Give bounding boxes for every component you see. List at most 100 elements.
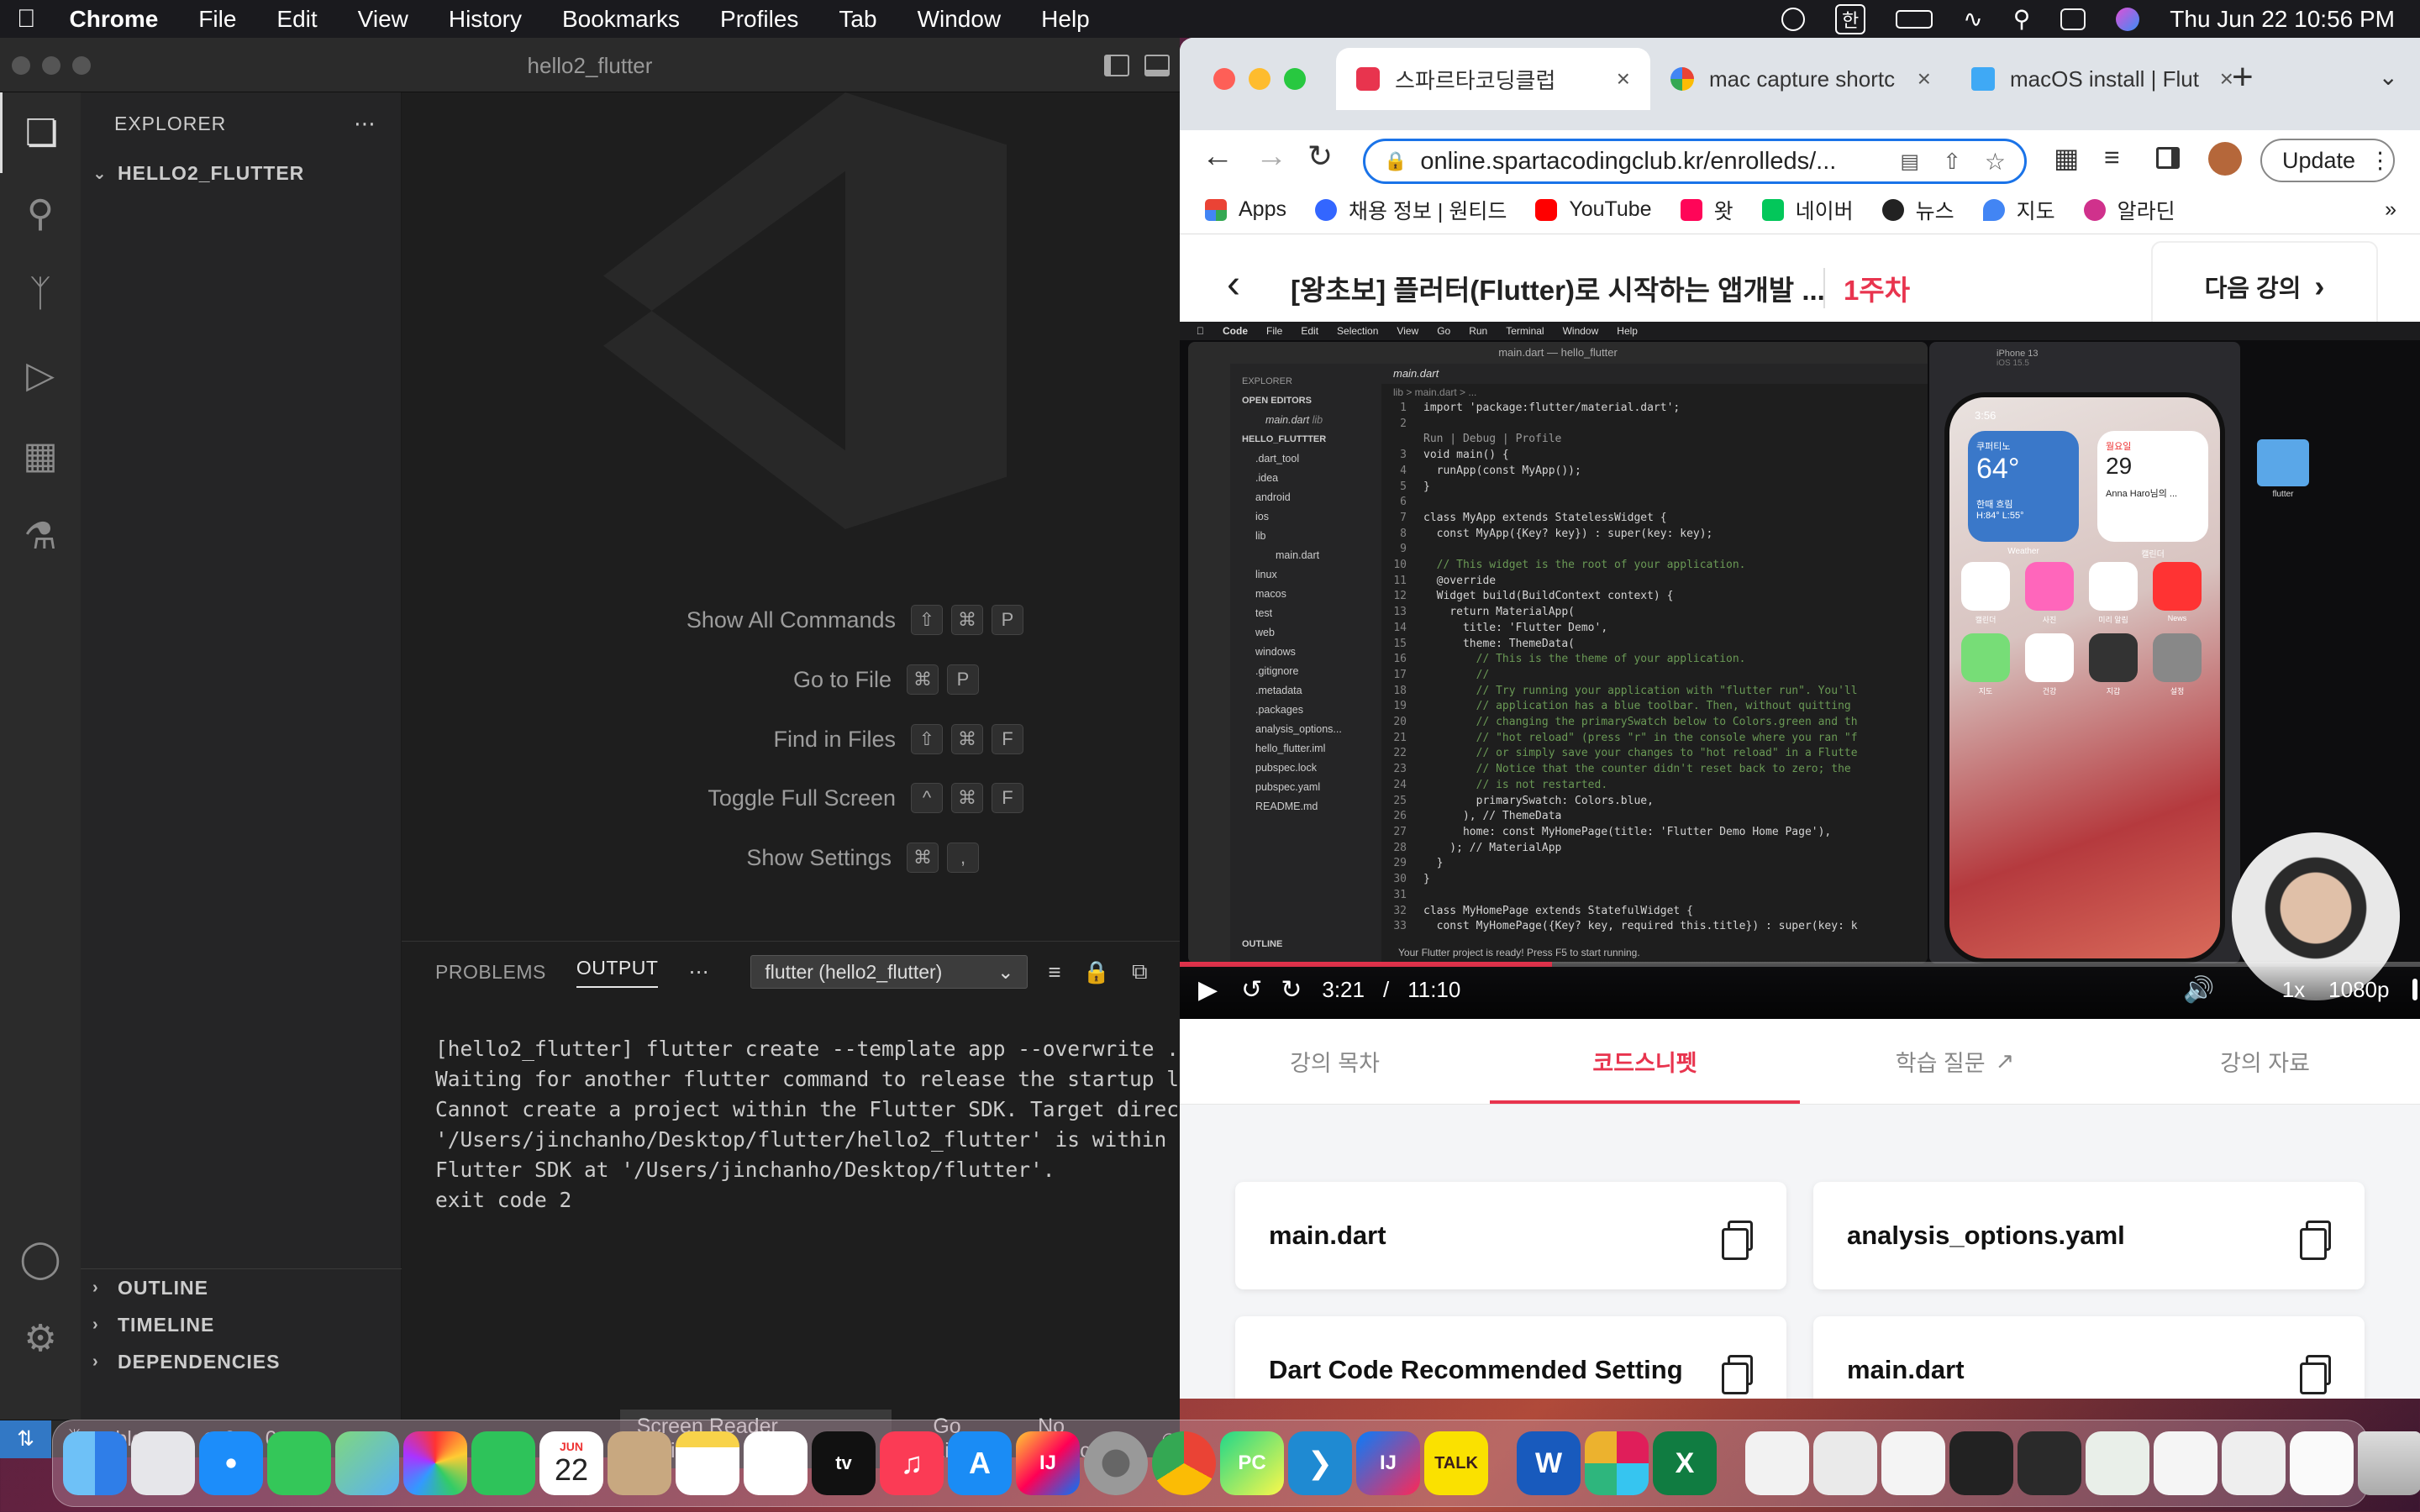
lock-scroll-icon[interactable]: 🔒: [1083, 959, 1110, 985]
snippet-card[interactable]: analysis_options.yaml: [1813, 1182, 2365, 1289]
rewind-10-icon[interactable]: ↺: [1241, 975, 1262, 1005]
more-actions-icon[interactable]: ⋯: [354, 111, 376, 137]
bookmark-aladin[interactable]: 알라딘: [2083, 195, 2175, 225]
wifi-icon[interactable]: ∿: [1963, 5, 1982, 33]
window-thumbnail[interactable]: [2154, 1431, 2217, 1495]
play-status-icon[interactable]: [1781, 7, 1806, 31]
bookmark-apps[interactable]: Apps: [1205, 197, 1286, 222]
toggle-sidebar-icon[interactable]: [1104, 55, 1129, 76]
intellij-ce-icon[interactable]: IJ: [1356, 1431, 1420, 1495]
chrome-icon[interactable]: [1152, 1431, 1216, 1495]
manage-gear-icon[interactable]: ⚙: [0, 1298, 81, 1378]
tab-lecture-toc[interactable]: 강의 목차: [1180, 1019, 1490, 1104]
subtitles-icon[interactable]: [2412, 979, 2418, 1000]
address-bar[interactable]: 🔒 online.spartacodingclub.kr/enrolleds/.…: [1363, 139, 2027, 184]
play-icon[interactable]: ▶: [1198, 975, 1218, 1005]
command-toggle-full-screen[interactable]: Toggle Full Screen ^ ⌘ F: [402, 783, 1180, 813]
forward-10-icon[interactable]: ↻: [1281, 975, 1302, 1005]
testing-icon[interactable]: ⚗: [0, 496, 81, 576]
tab-code-snippets[interactable]: 코드스니펫: [1490, 1019, 1800, 1104]
excel-icon[interactable]: X: [1653, 1431, 1717, 1495]
launchpad-icon[interactable]: [131, 1431, 195, 1495]
next-lecture-button[interactable]: 다음 강의 ›: [2151, 241, 2378, 332]
word-icon[interactable]: W: [1517, 1431, 1581, 1495]
cast-icon[interactable]: ▤: [1900, 150, 1919, 174]
media-queue-icon[interactable]: ≡: [2104, 142, 2120, 173]
tab-questions[interactable]: 학습 질문 ↗: [1800, 1019, 2110, 1104]
bookmark-wanted[interactable]: 채용 정보 | 원티드: [1314, 195, 1507, 225]
control-center-icon[interactable]: [2060, 8, 2086, 30]
back-chevron-icon[interactable]: ‹: [1227, 261, 1240, 307]
tv-icon[interactable]: tv: [812, 1431, 876, 1495]
open-log-icon[interactable]: ⧉: [1132, 958, 1148, 985]
more-bookmarks-icon[interactable]: »: [2385, 197, 2396, 222]
siri-icon[interactable]: [2116, 7, 2140, 31]
quality-select[interactable]: 1080p: [2328, 977, 2389, 1003]
timeline-section[interactable]: › TIMELINE: [81, 1306, 402, 1343]
folder-header[interactable]: ⌄ HELLO2_FLUTTER: [81, 155, 401, 192]
snippet-card[interactable]: Dart Code Recommended Setting: [1235, 1316, 1786, 1399]
intellij-icon[interactable]: IJ: [1016, 1431, 1080, 1495]
run-debug-icon[interactable]: ▷: [0, 334, 81, 415]
menu-tab[interactable]: Tab: [839, 6, 876, 33]
bookmark-star-icon[interactable]: ☆: [1985, 148, 2006, 176]
extensions-icon[interactable]: ▦: [0, 415, 81, 496]
kakaotalk-icon[interactable]: TALK: [1424, 1431, 1488, 1495]
window-thumbnail[interactable]: [2290, 1431, 2354, 1495]
copy-icon[interactable]: [2300, 1221, 2331, 1260]
menu-help[interactable]: Help: [1041, 6, 1090, 33]
output-channel-select[interactable]: flutter (hello2_flutter) ⌄: [750, 955, 1028, 989]
freeform-icon[interactable]: [744, 1431, 808, 1495]
tab-output[interactable]: OUTPUT: [576, 957, 659, 988]
bookmark-news[interactable]: 뉴스: [1881, 195, 1954, 225]
tab-mac-capture[interactable]: mac capture shortc ×: [1650, 48, 1951, 110]
minimize-dot[interactable]: [1249, 68, 1270, 90]
window-thumbnail[interactable]: [1881, 1431, 1945, 1495]
explorer-icon[interactable]: ❏: [0, 92, 81, 173]
playback-speed[interactable]: 1x: [2282, 977, 2305, 1003]
close-tab-icon[interactable]: ×: [1617, 66, 1630, 92]
window-thumbnail[interactable]: [1949, 1431, 2013, 1495]
apple-menu-icon[interactable]: : [17, 5, 36, 34]
new-tab-icon[interactable]: +: [2232, 56, 2254, 98]
toggle-panel-icon[interactable]: [1144, 55, 1170, 76]
copy-icon[interactable]: [1722, 1355, 1753, 1394]
command-find-in-files[interactable]: Find in Files ⇧ ⌘ F: [402, 724, 1180, 754]
side-panel-icon[interactable]: [2156, 147, 2180, 169]
vscode-icon[interactable]: ❯: [1288, 1431, 1352, 1495]
safari-icon[interactable]: [199, 1431, 263, 1495]
trash-icon[interactable]: [2358, 1431, 2420, 1495]
maps-icon[interactable]: [335, 1431, 399, 1495]
menu-file[interactable]: File: [198, 6, 236, 33]
window-thumbnail[interactable]: [1813, 1431, 1877, 1495]
clock[interactable]: Thu Jun 22 10:56 PM: [2170, 6, 2395, 33]
menu-bookmarks[interactable]: Bookmarks: [562, 6, 680, 33]
photos-icon[interactable]: [403, 1431, 467, 1495]
calendar-icon[interactable]: JUN 22: [539, 1431, 603, 1495]
bookmark-watcha[interactable]: 왓: [1680, 195, 1733, 225]
tab-problems[interactable]: PROBLEMS: [435, 961, 546, 984]
video-player[interactable]:  Code File Edit Selection View Go Run T…: [1180, 322, 2420, 1019]
accounts-icon[interactable]: ◯: [0, 1218, 81, 1299]
app-menu[interactable]: Chrome: [70, 6, 159, 33]
window-thumbnail[interactable]: [1745, 1431, 1809, 1495]
notes-icon[interactable]: [676, 1431, 739, 1495]
reload-icon[interactable]: ↻: [1307, 139, 1333, 174]
bookmark-youtube[interactable]: YouTube: [1535, 197, 1652, 222]
forward-icon[interactable]: →: [1255, 139, 1287, 175]
remote-icon[interactable]: ⇅: [0, 1420, 51, 1458]
tab-search-icon[interactable]: ⌄: [2379, 63, 2398, 91]
tab-materials[interactable]: 강의 자료: [2110, 1019, 2420, 1104]
appstore-icon[interactable]: A: [948, 1431, 1012, 1495]
menu-profiles[interactable]: Profiles: [720, 6, 798, 33]
tab-sparta[interactable]: 스파르타코딩클럽 ×: [1336, 48, 1650, 110]
close-tab-icon[interactable]: ×: [1918, 66, 1931, 92]
command-show-all[interactable]: Show All Commands ⇧ ⌘ P: [402, 605, 1180, 635]
command-show-settings[interactable]: Show Settings ⌘,: [402, 843, 1180, 873]
menu-history[interactable]: History: [449, 6, 522, 33]
contacts-icon[interactable]: [608, 1431, 671, 1495]
tab-flutter-install[interactable]: macOS install | Flut ×: [1951, 48, 2254, 110]
close-dot[interactable]: [1213, 68, 1235, 90]
copy-icon[interactable]: [1722, 1221, 1753, 1260]
profile-avatar[interactable]: [2208, 142, 2242, 176]
